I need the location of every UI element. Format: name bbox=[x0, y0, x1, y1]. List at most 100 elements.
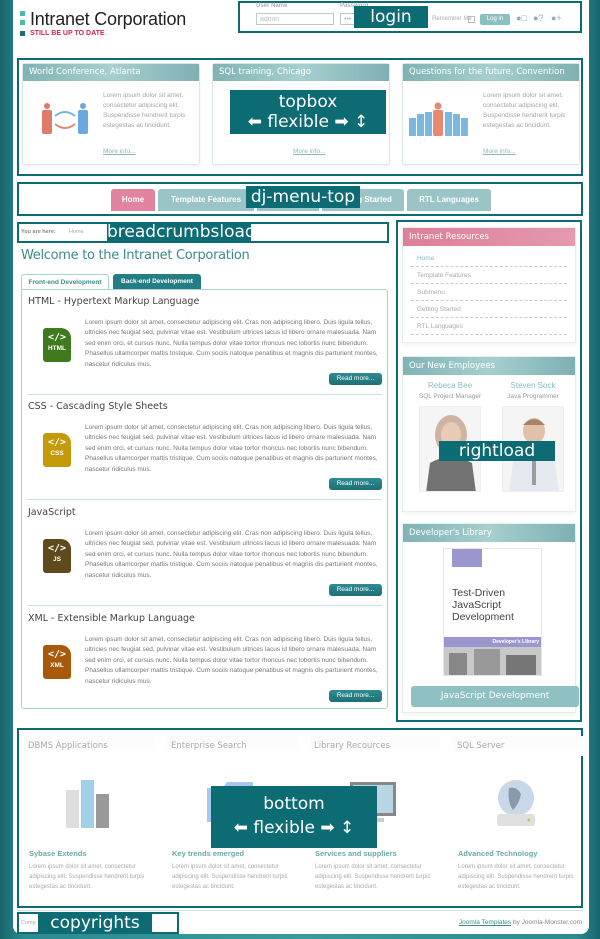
developers-library-box: Developer's Library Test-Driven JavaScri… bbox=[402, 523, 579, 713]
article-item: JavaScript </> JS Lorem ipsum dolor sit a… bbox=[27, 501, 382, 606]
bottom-column-header: DBMS Applications bbox=[24, 736, 154, 756]
topbox-overlay-line1: topbox bbox=[278, 92, 338, 112]
bottom-column-text: Lorem ipsum dolor sit amet, consectetur … bbox=[29, 864, 145, 890]
copyright-text: Comp bbox=[21, 920, 36, 926]
user-forgot-icon[interactable]: ●□ bbox=[516, 13, 527, 23]
divider bbox=[27, 605, 382, 606]
xml-file-icon: </> XML bbox=[43, 645, 71, 679]
article-title[interactable]: JavaScript bbox=[28, 507, 76, 518]
site-title: Intranet Corporation bbox=[30, 9, 187, 29]
more-info-link[interactable]: More info... bbox=[293, 148, 326, 155]
crowd-icon bbox=[409, 102, 468, 136]
breadcrumb-home-link[interactable]: Home bbox=[69, 229, 84, 235]
book-title: Test-Driven JavaScript Development bbox=[452, 587, 514, 623]
article-text: Lorem ipsum dolor sit amet, consectetur … bbox=[85, 530, 378, 579]
resource-link-home[interactable]: Home bbox=[411, 250, 567, 267]
topbox-overlay-label: topbox ⬅ flexible ➡ ↕ bbox=[230, 90, 386, 134]
copyright-module: Comp copyrights bbox=[17, 912, 179, 934]
article-text: Lorem ipsum dolor sit amet, consectetur … bbox=[85, 319, 378, 368]
book-title-line: Test-Driven bbox=[452, 587, 506, 599]
login-module: User Name Password Remember Me Log in ●□… bbox=[238, 1, 582, 33]
js-file-icon: </> JS bbox=[43, 539, 71, 573]
topbox-card-title: SQL training, Chicago bbox=[213, 64, 389, 81]
file-type-label: CSS bbox=[50, 450, 64, 457]
more-info-link[interactable]: More info... bbox=[483, 148, 516, 155]
article-title[interactable]: XML - Extensible Markup Language bbox=[28, 613, 195, 624]
article-text: Lorem ipsum dolor sit amet, consectetur … bbox=[85, 424, 378, 473]
breadcrumb: You are here: Home breadcrumbsload bbox=[17, 222, 389, 243]
logo-square-icon bbox=[20, 11, 25, 16]
remember-label: Remember Me bbox=[432, 16, 472, 22]
book-cover[interactable]: Test-Driven JavaScript Development Devel… bbox=[443, 548, 542, 676]
bottom-column-text: Lorem ipsum dolor sit amet, consectetur … bbox=[315, 864, 431, 890]
bottom-column-title[interactable]: Key trends emerged bbox=[172, 849, 244, 858]
javascript-development-button[interactable]: JavaScript Development bbox=[411, 686, 579, 707]
divider bbox=[27, 499, 382, 500]
intranet-resources-box: Intranet Resources Home Template Feature… bbox=[402, 227, 576, 343]
tab-front-end[interactable]: Front-end Development bbox=[21, 274, 109, 290]
article-text: Lorem ipsum dolor sit amet, consectetur … bbox=[85, 636, 378, 685]
book-title-line: JavaScript bbox=[452, 599, 502, 611]
bottom-column-text: Lorem ipsum dolor sit amet, consectetur … bbox=[458, 864, 574, 890]
logo-square-icon bbox=[20, 31, 25, 36]
article-title[interactable]: CSS - Cascading Style Sheets bbox=[28, 401, 168, 412]
bottom-overlay-label: bottom ⬅ flexible ➡ ↕ bbox=[211, 786, 377, 848]
articles-panel: HTML - Hypertext Markup Language </> HTML… bbox=[21, 289, 388, 709]
menu-item-template-features[interactable]: Template Features bbox=[158, 189, 254, 211]
read-more-button[interactable]: Read more... bbox=[329, 584, 382, 596]
bottom-column-title[interactable]: Sybase Extends bbox=[29, 849, 87, 858]
username-label: User Name bbox=[256, 3, 288, 9]
right-column: Intranet Resources Home Template Feature… bbox=[396, 220, 582, 722]
footer-credit-suffix: by Joomla-Monster.com bbox=[513, 919, 582, 926]
footer-credits: Joomla Templates by Joomla-Monster.com bbox=[459, 919, 582, 926]
bottom-column: DBMS Applications Sybase Extends Lorem i… bbox=[24, 736, 154, 901]
employees-title: Our New Employees bbox=[403, 357, 575, 375]
bottom-column-title[interactable]: Services and suppliers bbox=[315, 849, 397, 858]
user-register-icon[interactable]: ●+ bbox=[551, 13, 562, 23]
resource-link-rtl-languages[interactable]: RTL Languages bbox=[411, 318, 567, 335]
bottom-overlay-line1: bottom bbox=[263, 794, 325, 814]
bottom-column-title[interactable]: Advanced Technology bbox=[458, 849, 537, 858]
employee-name: Steven Sock bbox=[510, 381, 556, 390]
topbox-overlay-line2: ⬅ flexible ➡ ↕ bbox=[247, 112, 369, 132]
article-item: CSS - Cascading Style Sheets </> CSS Lore… bbox=[27, 395, 382, 500]
user-remind-icon[interactable]: ●? bbox=[533, 13, 543, 23]
menu-item-home[interactable]: Home bbox=[111, 189, 155, 211]
bar-chart-icon bbox=[66, 780, 109, 828]
dj-menu-top: Home Template Features Submenu Getting S… bbox=[17, 182, 583, 216]
right-overlay-label: rightload bbox=[439, 441, 555, 461]
book-series-band: Developer's Library bbox=[444, 637, 541, 647]
globe-server-icon bbox=[497, 780, 535, 826]
tab-back-end[interactable]: Back-end Development bbox=[113, 274, 201, 290]
topbox-module: World Conference, Atlanta Lorem ipsum do… bbox=[17, 58, 583, 176]
bottom-overlay-line2: ⬅ flexible ➡ ↕ bbox=[233, 818, 355, 838]
bottom-column-header: Enterprise Search bbox=[167, 736, 297, 756]
more-info-link[interactable]: More info... bbox=[103, 148, 136, 155]
read-more-button[interactable]: Read more... bbox=[329, 478, 382, 490]
menu-overlay-label: dj-menu-top bbox=[246, 186, 360, 208]
menu-item-rtl-languages[interactable]: RTL Languages bbox=[407, 189, 491, 211]
login-button[interactable]: Log in bbox=[480, 14, 510, 25]
resource-link-template-features[interactable]: Template Features bbox=[411, 267, 567, 284]
resources-title: Intranet Resources bbox=[403, 228, 575, 246]
logo-square-icon bbox=[20, 20, 25, 25]
article-title[interactable]: HTML - Hypertext Markup Language bbox=[28, 296, 199, 307]
bottom-column-header: SQL Server bbox=[453, 736, 583, 756]
username-input[interactable] bbox=[256, 13, 334, 25]
read-more-button[interactable]: Read more... bbox=[329, 690, 382, 702]
css-file-icon: </> CSS bbox=[43, 433, 71, 467]
topbox-card-text: Lorem ipsum dolor sit amet, consectetur … bbox=[483, 92, 566, 129]
copyright-overlay-label: copyrights bbox=[38, 914, 152, 932]
footer-divider bbox=[17, 910, 583, 911]
resource-link-getting-started[interactable]: Getting Started bbox=[411, 301, 567, 318]
new-employees-box: Our New Employees Rebeca Bee SQL Project… bbox=[402, 356, 576, 512]
people-exchange-icon bbox=[42, 103, 88, 134]
resource-link-submenu[interactable]: Submenu bbox=[411, 284, 567, 301]
remember-checkbox[interactable] bbox=[468, 16, 475, 23]
code-glyph: </> bbox=[47, 437, 67, 448]
file-type-label: HTML bbox=[47, 345, 67, 352]
employee-name: Rebeca Bee bbox=[427, 381, 473, 390]
joomla-templates-link[interactable]: Joomla Templates bbox=[459, 919, 511, 926]
read-more-button[interactable]: Read more... bbox=[329, 373, 382, 385]
employee-card: Steven Sock Java Programmer bbox=[498, 381, 568, 492]
